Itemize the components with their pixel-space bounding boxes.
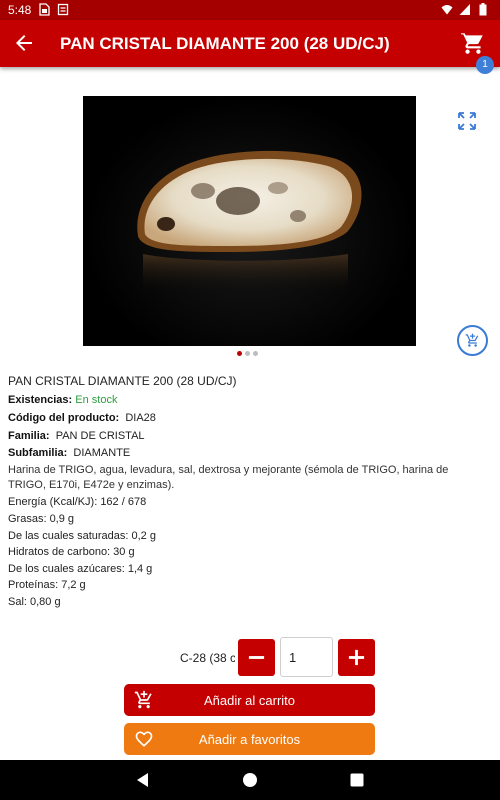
carousel-dot[interactable] bbox=[253, 351, 258, 356]
shopping-cart-icon[interactable] bbox=[460, 30, 486, 56]
increase-quantity-button[interactable] bbox=[338, 639, 375, 676]
add-to-cart-button[interactable]: Añadir al carrito bbox=[124, 684, 375, 716]
quick-add-cart-button[interactable] bbox=[457, 325, 488, 356]
nutrition-row: De los cuales azúcares: 1,4 g bbox=[8, 563, 153, 575]
nutrition-row: Grasas: 0,9 g bbox=[8, 513, 75, 525]
family-value: PAN DE CRISTAL bbox=[55, 430, 145, 442]
family-row: Familia: PAN DE CRISTAL bbox=[8, 430, 145, 442]
code-label: Código del producto: bbox=[8, 412, 120, 424]
nutrition-row: Sal: 0,80 g bbox=[8, 596, 61, 608]
family-label: Familia: bbox=[8, 430, 50, 442]
battery-icon bbox=[479, 3, 487, 16]
status-time: 5:48 bbox=[8, 3, 32, 17]
add-to-cart-label: Añadir al carrito bbox=[203, 693, 296, 708]
ingredients-text: Harina de TRIGO, agua, levadura, sal, de… bbox=[8, 464, 449, 491]
plus-icon bbox=[348, 649, 365, 666]
recents-icon[interactable] bbox=[349, 772, 365, 788]
home-icon[interactable] bbox=[242, 772, 258, 788]
signal-icon bbox=[459, 4, 470, 15]
back-icon[interactable] bbox=[135, 772, 151, 788]
code-row: Código del producto: DIA28 bbox=[8, 412, 156, 424]
cart-count-badge: 1 bbox=[476, 56, 494, 74]
minus-icon bbox=[248, 656, 265, 659]
nutrition-row: Proteínas: 7,2 g bbox=[8, 579, 86, 591]
nutrition-row: De las cuales saturadas: 0,2 g bbox=[8, 530, 156, 542]
subfamily-label: Subfamilia: bbox=[8, 447, 68, 459]
product-image[interactable] bbox=[83, 96, 416, 346]
code-value: DIA28 bbox=[125, 412, 156, 424]
wifi-icon bbox=[441, 5, 453, 15]
bread-slice-photo bbox=[137, 150, 362, 296]
quantity-input[interactable] bbox=[280, 637, 333, 677]
add-shopping-cart-icon bbox=[465, 333, 479, 347]
unit-label: C-28 (38 c bbox=[180, 651, 235, 665]
decrease-quantity-button[interactable] bbox=[238, 639, 275, 676]
subfamily-row: Subfamilia: DIAMANTE bbox=[8, 447, 130, 459]
back-arrow-icon[interactable] bbox=[12, 31, 36, 55]
carousel-dot[interactable] bbox=[245, 351, 250, 356]
stock-value: En stock bbox=[75, 394, 118, 406]
storage-icon bbox=[57, 3, 69, 16]
sim-card-icon bbox=[39, 3, 50, 16]
nutrition-row: Energía (Kcal/KJ): 162 / 678 bbox=[8, 496, 147, 508]
stock-row: Existencias: En stock bbox=[8, 394, 117, 406]
add-to-favorites-button[interactable]: Añadir a favoritos bbox=[124, 723, 375, 755]
carousel-dot-active[interactable] bbox=[237, 351, 242, 356]
status-bar: 5:48 bbox=[0, 0, 500, 20]
stock-label: Existencias: bbox=[8, 394, 73, 406]
page-title: PAN CRISTAL DIAMANTE 200 (28 UD/CJ) bbox=[60, 34, 390, 53]
product-name: PAN CRISTAL DIAMANTE 200 (28 UD/CJ) bbox=[8, 374, 237, 388]
system-navigation-bar bbox=[0, 760, 500, 800]
app-bar: PAN CRISTAL DIAMANTE 200 (28 UD/CJ) 1 bbox=[0, 20, 500, 74]
nutrition-row: Hidratos de carbono: 30 g bbox=[8, 546, 135, 558]
subfamily-value: DIAMANTE bbox=[73, 447, 131, 459]
add-to-favorites-label: Añadir a favoritos bbox=[198, 732, 301, 747]
fullscreen-icon[interactable] bbox=[457, 111, 477, 131]
